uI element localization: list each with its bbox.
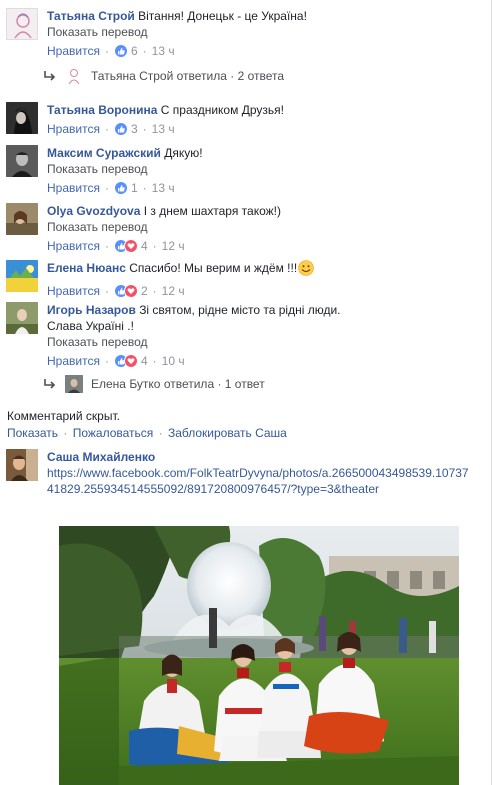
separator: · (142, 44, 147, 58)
separator: · (104, 181, 109, 195)
reply-arrow-icon (44, 379, 56, 389)
like-reaction-icon (113, 181, 128, 195)
shared-link-line2[interactable]: 41829.255934514555092/891720800976457/?t… (47, 482, 379, 496)
commenter-name[interactable]: Татьяна Строй (47, 9, 135, 23)
separator: · (152, 354, 157, 368)
comment-text: Спасибо! Мы верим и ждём !!! (129, 261, 298, 275)
avatar[interactable] (6, 449, 38, 481)
separator: · (104, 284, 109, 298)
like-reaction-icon (113, 44, 128, 58)
timestamp[interactable]: 13 ч (152, 180, 175, 196)
like-reaction-icon (113, 122, 128, 136)
shared-link[interactable]: https://www.facebook.com/FolkTeatrDyvyna… (47, 465, 479, 497)
report-link[interactable]: Пожаловаться (73, 426, 154, 440)
commenter-name[interactable]: Olya Gvozdyova (47, 204, 140, 218)
timestamp[interactable]: 12 ч (162, 283, 185, 299)
replies-link[interactable]: Елена Бутко ответила · 1 ответ (43, 375, 265, 393)
love-reaction-icon (123, 354, 138, 368)
hidden-comment-notice: Комментарий скрыт. Показать · Пожаловать… (7, 408, 287, 442)
commenter-name[interactable]: Максим Суражский (47, 146, 161, 160)
reply-summary[interactable]: Елена Бутко ответила · 1 ответ (91, 377, 265, 391)
separator: · (104, 122, 109, 136)
separator: · (152, 284, 157, 298)
timestamp[interactable]: 13 ч (152, 121, 175, 137)
comments-panel: Татьяна Строй Вітання! Донецьк - це Укра… (0, 0, 492, 785)
reactions-summary[interactable] (113, 122, 128, 136)
comment-text: Дякую! (164, 146, 203, 160)
like-button[interactable]: Нравится (47, 283, 100, 299)
reply-summary[interactable]: Татьяна Строй ответила · 2 ответа (91, 69, 284, 83)
reactions-summary[interactable] (113, 181, 128, 195)
reaction-count[interactable]: 4 (141, 238, 148, 254)
reaction-count[interactable]: 2 (141, 283, 148, 299)
separator: · (152, 239, 157, 253)
show-hidden-comment-link[interactable]: Показать (7, 426, 58, 440)
block-user-link[interactable]: Заблокировать Саша (168, 426, 287, 440)
comment-text: І з днем шахтаря також!) (143, 204, 281, 218)
comment-text: Вітання! Донецьк - це Україна! (138, 9, 307, 23)
avatar[interactable] (6, 102, 38, 134)
reactions-summary[interactable] (113, 284, 138, 298)
like-button[interactable]: Нравится (47, 121, 100, 137)
show-translation-link[interactable]: Показать перевод (47, 219, 485, 235)
timestamp[interactable]: 10 ч (162, 353, 185, 369)
separator: · (104, 354, 109, 368)
commenter-name[interactable]: Саша Михайленко (47, 449, 485, 465)
reactions-summary[interactable] (113, 44, 128, 58)
separator: · (142, 122, 147, 136)
reaction-count[interactable]: 3 (131, 121, 138, 137)
avatar (65, 375, 83, 393)
reaction-count[interactable]: 6 (131, 43, 138, 59)
avatar[interactable] (6, 302, 38, 334)
like-button[interactable]: Нравится (47, 180, 100, 196)
shared-link-line1[interactable]: https://www.facebook.com/FolkTeatrDyvyna… (47, 466, 469, 480)
avatar[interactable] (6, 203, 38, 235)
commenter-name[interactable]: Татьяна Воронина (47, 103, 157, 117)
avatar[interactable] (6, 260, 38, 292)
timestamp[interactable]: 13 ч (152, 43, 175, 59)
like-button[interactable]: Нравится (47, 43, 100, 59)
love-reaction-icon (123, 239, 138, 253)
comment-text: С праздником Друзья! (160, 103, 284, 117)
hidden-comment-label: Комментарий скрыт. (7, 409, 120, 423)
show-translation-link[interactable]: Показать перевод (47, 161, 485, 177)
shared-photo[interactable] (59, 526, 459, 785)
commenter-name[interactable]: Игорь Назаров (47, 303, 136, 317)
comment-text: Зі святом, рідне місто та рідні люди. (139, 303, 341, 317)
separator: · (158, 426, 163, 440)
folk-ensemble-photo (59, 526, 459, 785)
separator: · (142, 181, 147, 195)
show-translation-link[interactable]: Показать перевод (47, 334, 485, 350)
avatar (65, 67, 83, 85)
like-button[interactable]: Нравится (47, 353, 100, 369)
commenter-name[interactable]: Елена Нюанс (47, 261, 126, 275)
reaction-count[interactable]: 4 (141, 353, 148, 369)
avatar[interactable] (6, 145, 38, 177)
separator: · (63, 426, 68, 440)
comment-text-line2: Слава Україні .! (47, 319, 134, 333)
reactions-summary[interactable] (113, 354, 138, 368)
show-translation-link[interactable]: Показать перевод (47, 24, 485, 40)
like-button[interactable]: Нравится (47, 238, 100, 254)
separator: · (104, 44, 109, 58)
love-reaction-icon (123, 284, 138, 298)
separator: · (104, 239, 109, 253)
reply-arrow-icon (44, 71, 56, 81)
avatar[interactable] (6, 8, 38, 40)
replies-link[interactable]: Татьяна Строй ответила · 2 ответа (43, 67, 284, 85)
timestamp[interactable]: 12 ч (162, 238, 185, 254)
reactions-summary[interactable] (113, 239, 138, 253)
reaction-count[interactable]: 1 (131, 180, 138, 196)
smile-emoji-icon (298, 260, 314, 280)
